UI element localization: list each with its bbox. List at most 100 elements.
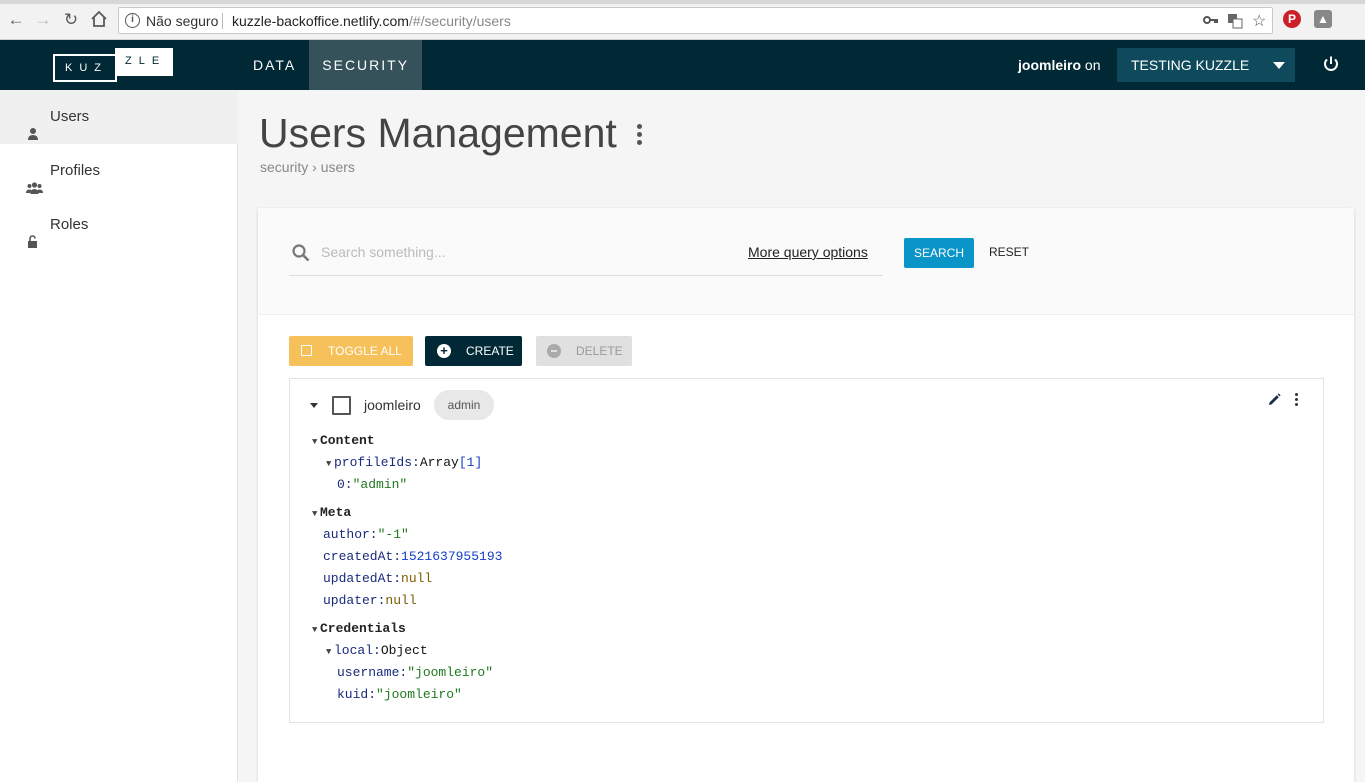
json-credentials-node[interactable]: ▼ Credentials [312, 618, 406, 641]
more-vert-icon[interactable] [1294, 393, 1300, 407]
json-key: kuid: [337, 687, 377, 702]
profile-badge: admin [434, 390, 494, 420]
back-icon[interactable]: ← [6, 10, 26, 30]
json-row: author:"-1" [323, 524, 409, 546]
breadcrumb: security › users [260, 159, 355, 175]
forward-icon[interactable]: → [33, 10, 53, 30]
json-row: username:"joomleiro" [337, 662, 493, 684]
home-icon[interactable] [89, 10, 109, 30]
json-value: 1521637955193 [401, 549, 503, 564]
json-key: author: [323, 527, 378, 542]
sidebar: Users Profiles Roles [0, 90, 238, 782]
json-content-header: Content [320, 433, 375, 448]
json-local-node[interactable]: ▼ local:Object [326, 640, 428, 663]
triangle-down-icon: ▼ [312, 509, 318, 519]
search-zone: More query options SEARCH RESET [258, 208, 1354, 315]
json-row: createdAt:1521637955193 [323, 546, 502, 568]
more-query-options-link[interactable]: More query options [748, 244, 868, 260]
nav-security[interactable]: SECURITY [309, 40, 423, 90]
reload-icon[interactable]: ↻ [61, 10, 81, 30]
user-id: joomleiro [364, 397, 421, 413]
environment-selector[interactable]: TESTING KUZZLE [1117, 48, 1295, 82]
json-meta-header: Meta [320, 505, 352, 520]
search-input[interactable] [321, 241, 741, 263]
json-type: Array [419, 455, 459, 470]
caret-down-icon[interactable] [310, 403, 318, 408]
key-icon[interactable] [1203, 13, 1219, 30]
json-key: username: [337, 665, 408, 680]
current-username: joomleiro [1018, 57, 1082, 73]
sidebar-item-label: Users [50, 108, 90, 125]
browser-tabstrip [0, 0, 1365, 4]
plus-circle-icon: + [437, 344, 451, 358]
url-host: kuzzle-backoffice.netlify.com [232, 13, 409, 29]
info-icon[interactable]: i [125, 13, 140, 28]
main-nav: DATA SECURITY [240, 40, 423, 90]
json-count: [1] [458, 455, 483, 470]
page-title: Users Management [259, 110, 617, 156]
json-value: null [385, 593, 417, 608]
json-value: "-1" [377, 527, 409, 542]
nav-data[interactable]: DATA [240, 40, 309, 90]
breadcrumb-security[interactable]: security [260, 159, 308, 175]
json-row: updatedAt:null [323, 568, 432, 590]
search-icon [292, 244, 310, 262]
json-content-node[interactable]: ▼ Content [312, 430, 375, 453]
create-button[interactable]: + CREATE [425, 336, 522, 366]
power-icon[interactable] [1322, 55, 1340, 73]
user-checkbox[interactable] [332, 396, 351, 415]
user-row: joomleiro admin ▼ Content ▼ profileIds:Arr… [289, 378, 1324, 723]
toggle-all-label: TOGGLE ALL [328, 344, 402, 358]
create-label: CREATE [466, 344, 514, 358]
translate-icon[interactable] [1227, 13, 1243, 32]
sidebar-item-label: Roles [50, 216, 89, 233]
sidebar-item-profiles[interactable]: Profiles [0, 144, 238, 198]
json-value: "joomleiro" [376, 687, 462, 702]
logo-left-text: KUZ [53, 54, 117, 82]
toggle-all-button[interactable]: TOGGLE ALL [289, 336, 413, 366]
json-key: local: [334, 643, 381, 658]
kuzzle-logo[interactable]: KUZ ZLE [53, 48, 173, 83]
pencil-icon[interactable] [1267, 393, 1281, 407]
url-path: /#/security/users [408, 13, 511, 29]
pinterest-icon[interactable]: P [1283, 10, 1301, 28]
json-key: updatedAt: [323, 571, 402, 586]
sidebar-item-label: Profiles [50, 162, 101, 179]
logo-right-text: ZLE [115, 48, 173, 76]
json-meta-node[interactable]: ▼ Meta [312, 502, 351, 525]
triangle-down-icon: ▼ [312, 437, 318, 447]
json-key: profileIds: [334, 455, 420, 470]
json-credentials-header: Credentials [320, 621, 406, 636]
extension-icon[interactable]: ▲ [1314, 10, 1332, 28]
json-profileids-node[interactable]: ▼ profileIds:Array[1] [326, 452, 482, 475]
json-key: createdAt: [323, 549, 402, 564]
json-row: kuid:"joomleiro" [337, 684, 462, 706]
json-row: 0:"admin" [337, 474, 407, 496]
star-icon[interactable]: ☆ [1252, 11, 1266, 31]
on-label: on [1084, 57, 1101, 73]
unlock-icon [26, 218, 40, 248]
search-button[interactable]: SEARCH [904, 238, 974, 268]
delete-button[interactable]: DELETE [536, 336, 632, 366]
environment-name: TESTING KUZZLE [1131, 57, 1250, 73]
chevron-right-icon: › [312, 159, 321, 175]
users-card: More query options SEARCH RESET TOGGLE A… [258, 208, 1354, 782]
triangle-down-icon: ▼ [312, 625, 318, 635]
more-vert-icon[interactable] [636, 124, 644, 148]
json-key: updater: [323, 593, 386, 608]
reset-button[interactable]: RESET [989, 245, 1029, 259]
caret-down-icon [1273, 62, 1285, 69]
sidebar-item-users[interactable]: Users [0, 90, 238, 144]
json-value: "admin" [352, 477, 408, 492]
json-value: "joomleiro" [407, 665, 494, 680]
json-type: Object [380, 643, 428, 658]
browser-toolbar: ← → ↻ i Não seguro kuzzle-backoffice.net… [0, 0, 1365, 40]
delete-label: DELETE [576, 344, 623, 358]
omnibox-separator [222, 13, 223, 29]
checkbox-icon [301, 345, 312, 356]
json-key: 0: [337, 477, 353, 492]
json-row: updater:null [323, 590, 417, 612]
breadcrumb-users[interactable]: users [321, 159, 355, 175]
address-bar[interactable]: i Não seguro kuzzle-backoffice.netlify.c… [118, 7, 1273, 34]
sidebar-item-roles[interactable]: Roles [0, 198, 238, 252]
